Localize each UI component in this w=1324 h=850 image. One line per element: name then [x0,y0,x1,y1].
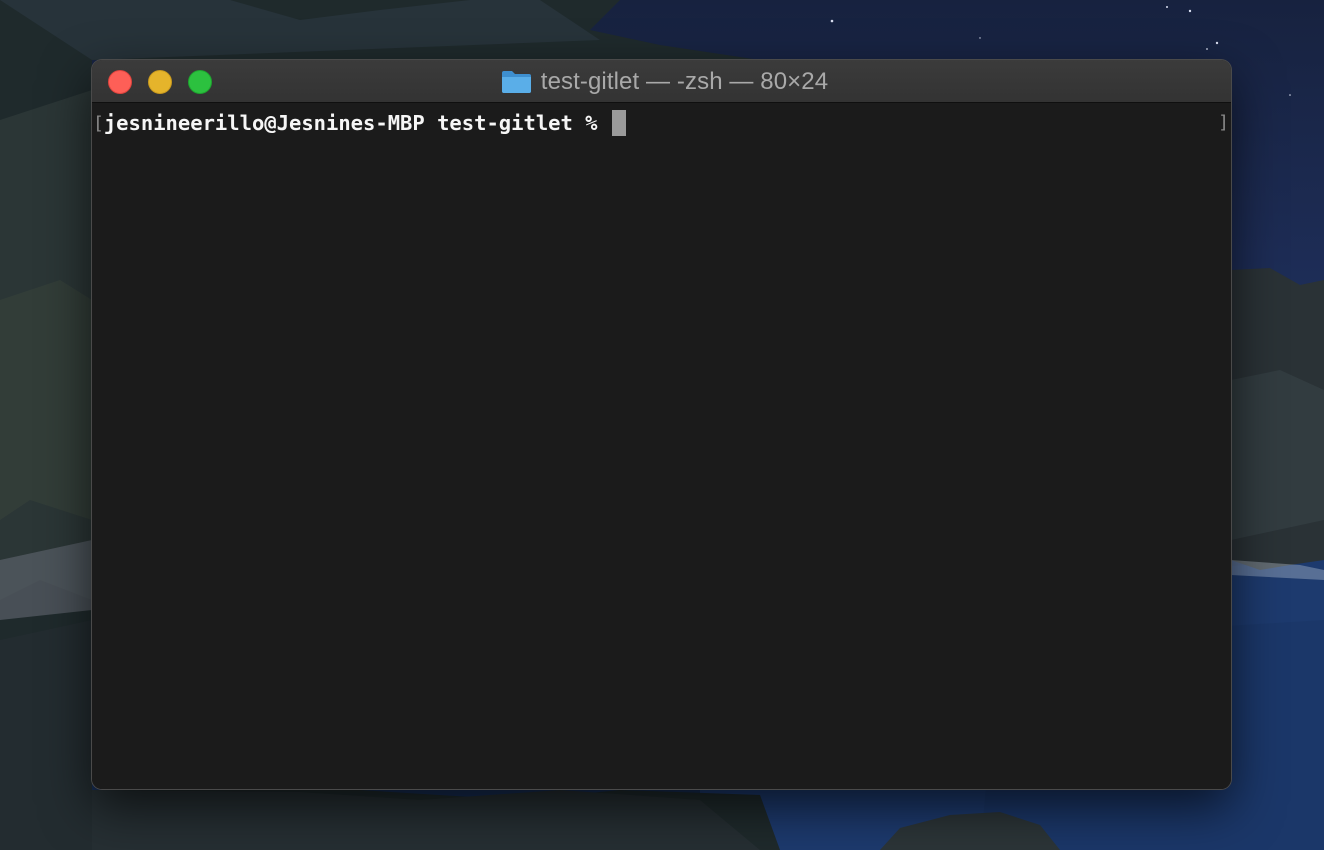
title-bar[interactable]: test-gitlet — -zsh — 80×24 [92,60,1231,103]
window-title-group: test-gitlet — -zsh — 80×24 [92,60,1231,103]
terminal-window[interactable]: test-gitlet — -zsh — 80×24 [jesnineerill… [92,60,1231,789]
folder-icon[interactable] [501,70,532,94]
shell-prompt: jesnineerillo@Jesnines-MBP test-gitlet % [103,111,610,135]
window-title: test-gitlet — -zsh — 80×24 [540,67,829,95]
prompt-line: [jesnineerillo@Jesnines-MBP test-gitlet … [93,110,626,136]
close-button[interactable] [108,70,132,94]
left-bracket-marker: [ [93,112,104,134]
terminal-content[interactable]: [jesnineerillo@Jesnines-MBP test-gitlet … [92,104,1231,789]
zoom-button[interactable] [188,70,212,94]
minimize-button[interactable] [148,70,172,94]
right-bracket-marker: ] [1218,112,1229,133]
text-cursor [611,110,626,136]
